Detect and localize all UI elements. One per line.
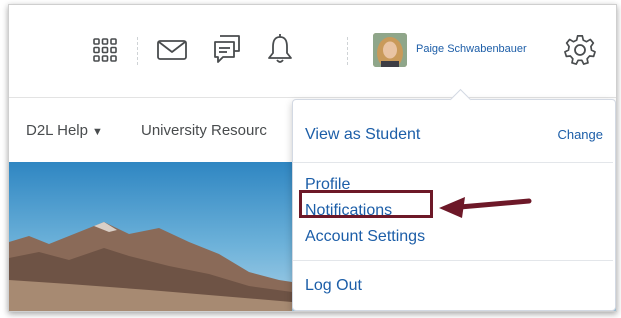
username[interactable]: Paige Schwabenbauer bbox=[416, 43, 527, 55]
mail-icon[interactable] bbox=[156, 38, 188, 62]
chat-icon[interactable] bbox=[212, 33, 242, 65]
arrow-left-icon bbox=[439, 197, 532, 218]
view-as-student-label: View as Student bbox=[305, 126, 421, 143]
notifications-highlight-box bbox=[299, 190, 433, 218]
d2l-window: Paige Schwabenbauer D2L Help ▼ University… bbox=[8, 4, 617, 312]
header-separator bbox=[347, 37, 349, 65]
header-separator bbox=[137, 37, 139, 65]
gear-icon[interactable] bbox=[564, 34, 596, 66]
dropdown-divider bbox=[293, 162, 613, 163]
log-out-link[interactable]: Log Out bbox=[305, 277, 362, 295]
change-link[interactable]: Change bbox=[557, 127, 603, 142]
grid-icon[interactable] bbox=[91, 36, 119, 64]
nav-help[interactable]: D2L Help ▼ bbox=[26, 122, 103, 139]
dropdown-divider bbox=[293, 260, 613, 261]
nav-help-label: D2L Help bbox=[26, 122, 88, 139]
bell-icon[interactable] bbox=[266, 32, 294, 66]
top-header: Paige Schwabenbauer bbox=[9, 5, 616, 98]
account-settings-link[interactable]: Account Settings bbox=[305, 228, 425, 246]
chevron-down-icon: ▼ bbox=[91, 126, 103, 138]
avatar[interactable] bbox=[373, 33, 407, 67]
nav-university-resources[interactable]: University Resourc bbox=[141, 122, 267, 139]
